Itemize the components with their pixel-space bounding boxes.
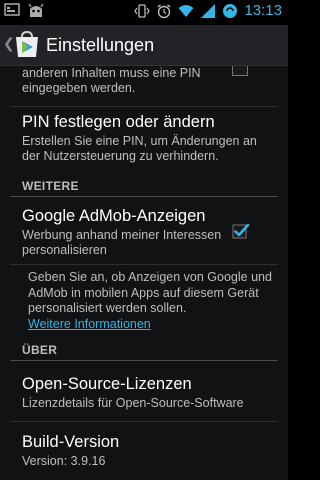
- more-info-link[interactable]: Weitere Informationen: [28, 317, 151, 331]
- admob-ads-preference[interactable]: Google AdMob-Anzeigen Werbung anhand mei…: [22, 207, 240, 258]
- open-source-licenses-preference[interactable]: Open-Source-Lizenzen Lizenzdetails für O…: [22, 375, 272, 411]
- wifi-icon: [178, 4, 194, 17]
- sync-icon: [223, 3, 238, 18]
- preference-title: Build-Version: [22, 433, 120, 451]
- preference-summary: Erstellen Sie eine PIN, um Änderungen an…: [22, 134, 257, 163]
- category-header-weitere: WEITERE: [22, 179, 79, 193]
- divider: [10, 264, 278, 265]
- play-store-icon[interactable]: [12, 30, 42, 60]
- preference-summary: anderen Inhalten muss eine PIN eingegebe…: [22, 66, 201, 95]
- admob-info-body: Geben Sie an, ob Anzeigen von Google und…: [28, 270, 272, 315]
- preference-title: Open-Source-Lizenzen: [22, 375, 192, 393]
- set-pin-preference[interactable]: PIN festlegen oder ändern Erstellen Sie …: [22, 113, 272, 164]
- settings-list[interactable]: anderen Inhalten muss eine PIN eingegebe…: [0, 66, 288, 480]
- status-bar: 13:13: [0, 0, 288, 25]
- clock: 13:13: [244, 2, 282, 19]
- preference-title: Google AdMob-Anzeigen: [22, 207, 206, 225]
- preference-title: PIN festlegen oder ändern: [22, 113, 215, 131]
- page-title: Einstellungen: [46, 35, 155, 55]
- pin-required-checkbox[interactable]: [232, 66, 248, 76]
- divider: [10, 106, 278, 107]
- category-divider: [10, 360, 278, 361]
- preference-summary: Werbung anhand meiner Interessen persona…: [22, 228, 222, 257]
- network-icon: [201, 3, 216, 18]
- category-header-ueber: ÜBER: [22, 343, 58, 357]
- signal-icon: [4, 3, 20, 16]
- admob-info-text: Geben Sie an, ob Anzeigen von Google und…: [28, 270, 272, 332]
- category-divider: [10, 196, 278, 197]
- preference-summary: Lizenzdetails für Open-Source-Software: [22, 396, 244, 410]
- alarm-icon: [157, 3, 171, 18]
- build-version-preference: Build-Version Version: 3.9.16: [22, 433, 272, 469]
- vibrate-icon: [134, 3, 151, 18]
- android-icon: [28, 3, 44, 17]
- content-filter-pin-preference[interactable]: anderen Inhalten muss eine PIN eingegebe…: [22, 66, 240, 96]
- divider: [10, 421, 278, 422]
- admob-checkbox[interactable]: [232, 222, 250, 240]
- preference-summary: Version: 3.9.16: [22, 454, 106, 468]
- action-bar: ❮ Einstellungen: [0, 25, 288, 66]
